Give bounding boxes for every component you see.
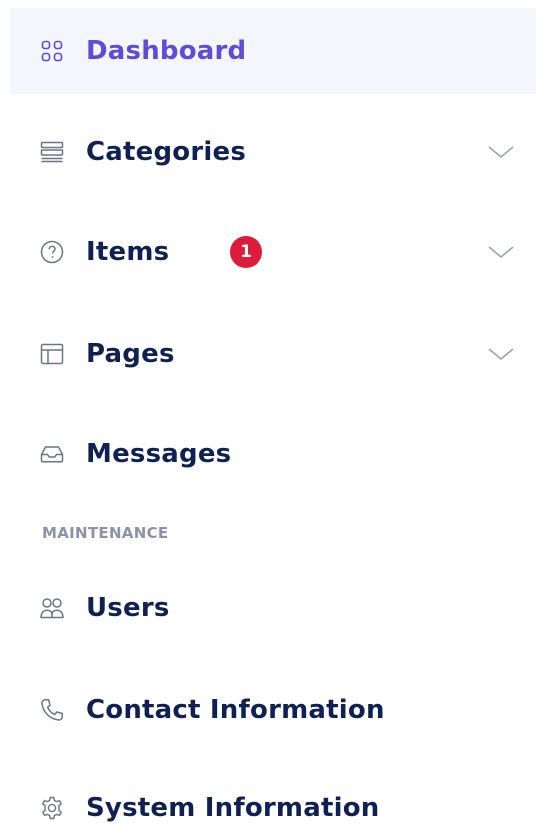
sidebar-item-label: Items xyxy=(86,237,170,267)
sidebar-item-pages[interactable]: Pages xyxy=(10,312,536,396)
sidebar-item-label: System Information xyxy=(86,793,380,823)
inbox-icon xyxy=(40,442,64,466)
categories-list-icon xyxy=(40,140,64,164)
help-circle-icon xyxy=(40,240,64,264)
sidebar-item-label: Users xyxy=(86,593,170,623)
sidebar-item-messages[interactable]: Messages xyxy=(10,412,536,496)
section-heading-maintenance: MAINTENANCE xyxy=(42,524,169,542)
sidebar-item-system-information[interactable]: System Information xyxy=(10,766,536,827)
sidebar-item-label: Categories xyxy=(86,137,247,167)
chevron-down-icon[interactable] xyxy=(486,345,516,363)
sidebar-item-dashboard[interactable]: Dashboard xyxy=(10,8,536,94)
sidebar-item-label: Contact Information xyxy=(86,695,385,725)
sidebar-item-label: Messages xyxy=(86,439,232,469)
sidebar-item-contact-information[interactable]: Contact Information xyxy=(10,668,536,752)
sidebar-nav: Dashboard Categories Items 1 Pages Messa… xyxy=(0,0,536,827)
users-icon xyxy=(40,596,64,620)
chevron-down-icon[interactable] xyxy=(486,243,516,261)
dashboard-grid-icon xyxy=(40,39,64,63)
notification-badge: 1 xyxy=(230,236,262,268)
sidebar-item-categories[interactable]: Categories xyxy=(10,110,536,194)
gear-icon xyxy=(40,796,64,820)
sidebar-item-label: Dashboard xyxy=(86,36,247,66)
sidebar-item-items[interactable]: Items 1 xyxy=(10,210,536,294)
layout-icon xyxy=(40,342,64,366)
sidebar-item-users[interactable]: Users xyxy=(10,566,536,650)
chevron-down-icon[interactable] xyxy=(486,143,516,161)
sidebar-item-label: Pages xyxy=(86,339,175,369)
phone-icon xyxy=(40,698,64,722)
